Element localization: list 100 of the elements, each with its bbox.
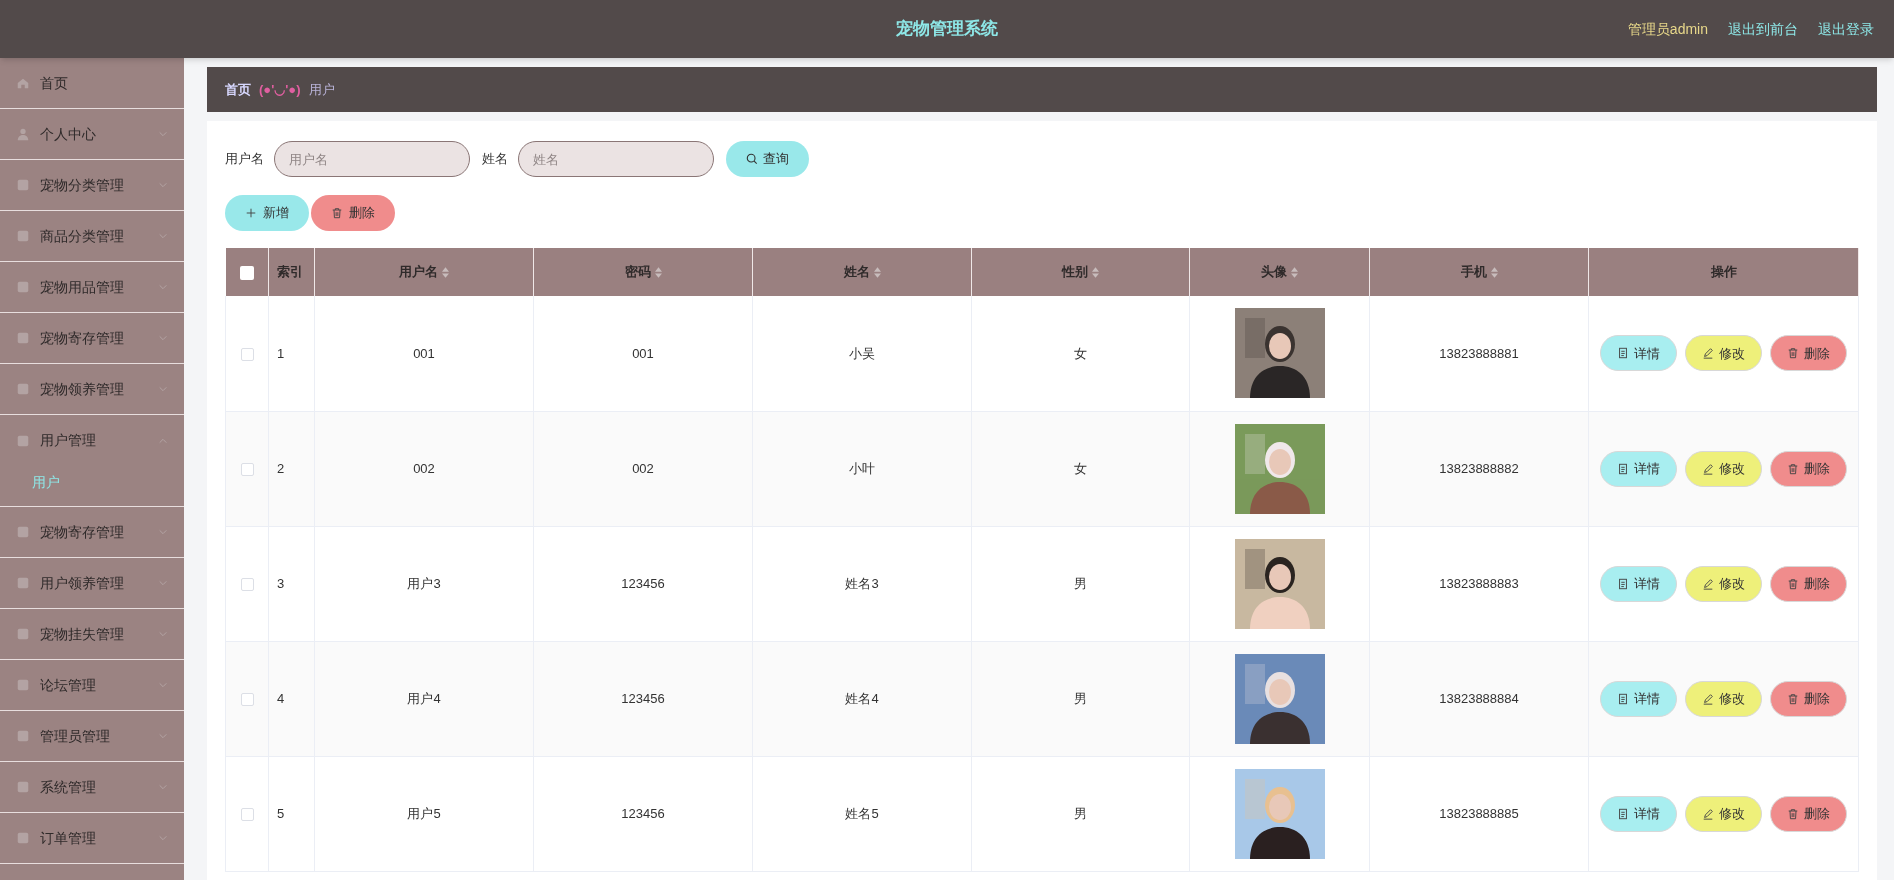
app-title: 宠物管理系统 xyxy=(896,18,998,41)
edit-button[interactable]: 修改 xyxy=(1685,565,1762,602)
sidebar-subitem[interactable]: 用户 xyxy=(0,466,184,498)
table-cell: 3 xyxy=(277,575,285,591)
menu-icon xyxy=(16,76,30,90)
detail-button[interactable]: 详情 xyxy=(1600,335,1677,372)
sort-icon[interactable] xyxy=(1291,266,1298,278)
edit-button[interactable]: 修改 xyxy=(1685,335,1762,372)
row-checkbox[interactable] xyxy=(240,577,254,591)
menu-icon xyxy=(16,780,30,794)
trash-icon xyxy=(331,207,343,219)
delete-button[interactable]: 删除 xyxy=(1770,795,1847,832)
menu-icon xyxy=(16,229,30,243)
menu-icon xyxy=(16,280,30,294)
table-cell: 002 xyxy=(413,460,435,476)
column-header[interactable]: 性别 xyxy=(1062,262,1099,282)
table-cell: 小叶 xyxy=(849,460,875,476)
column-header: 索引 xyxy=(277,263,303,282)
sort-icon[interactable] xyxy=(442,266,449,278)
trash-icon xyxy=(1787,692,1799,705)
sort-icon[interactable] xyxy=(873,266,881,278)
sidebar-item[interactable]: 用户领养管理 xyxy=(0,558,184,609)
search-field[interactable]: 用户名 xyxy=(274,141,470,177)
table-cell: 姓名5 xyxy=(845,805,879,821)
sidebar-item[interactable]: 商品分类管理 xyxy=(0,211,184,262)
detail-button[interactable]: 详情 xyxy=(1600,565,1677,602)
sidebar-item[interactable]: 管理员管理 xyxy=(0,711,184,762)
delete-button[interactable]: 删除 xyxy=(1770,680,1847,717)
sort-icon[interactable] xyxy=(1092,266,1099,278)
table-cell: 001 xyxy=(413,345,435,361)
menu-icon xyxy=(16,831,30,845)
row-checkbox[interactable] xyxy=(240,807,254,821)
row-checkbox[interactable] xyxy=(240,347,254,361)
column-header[interactable]: 密码 xyxy=(624,262,662,282)
menu-icon xyxy=(16,729,30,743)
column-header[interactable]: 手机 xyxy=(1460,262,1498,282)
menu-icon xyxy=(16,678,30,692)
menu-icon xyxy=(16,127,30,141)
trash-icon xyxy=(1787,462,1799,475)
table-cell: 5 xyxy=(277,805,285,821)
edit-button[interactable]: 修改 xyxy=(1685,680,1762,717)
table-cell: 用户3 xyxy=(407,575,441,591)
sidebar-item[interactable]: 宠物寄存管理 xyxy=(0,507,184,558)
trash-icon xyxy=(1787,807,1799,820)
sidebar-item[interactable]: 宠物领养管理 xyxy=(0,364,184,415)
sidebar-item[interactable]: 订单管理 xyxy=(0,813,184,864)
delete-button[interactable]: 删除 xyxy=(1770,450,1847,487)
detail-button[interactable]: 详情 xyxy=(1600,450,1677,487)
menu-icon xyxy=(16,525,30,539)
breadcrumb-home[interactable]: 首页 xyxy=(225,79,251,100)
sidebar-item[interactable]: 个人中心 xyxy=(0,109,184,160)
sidebar-item[interactable]: 系统管理 xyxy=(0,762,184,813)
sidebar-item[interactable]: 宠物用品管理 xyxy=(0,262,184,313)
document-icon xyxy=(1617,692,1629,705)
sidebar-item[interactable]: 首页 xyxy=(0,58,184,109)
table-cell: 男 xyxy=(1074,690,1087,706)
detail-button[interactable]: 详情 xyxy=(1600,680,1677,717)
sort-icon[interactable] xyxy=(1490,266,1498,278)
sidebar-item[interactable]: 宠物分类管理 xyxy=(0,160,184,211)
table-cell: 1 xyxy=(277,345,285,361)
table-cell: 13823888885 xyxy=(1439,805,1519,821)
column-header[interactable]: 用户名 xyxy=(399,262,449,282)
table-cell: 123456 xyxy=(621,805,665,821)
header-link[interactable]: 退出到前台 xyxy=(1728,18,1798,40)
select-all-checkbox[interactable] xyxy=(239,265,254,280)
table-cell: 小吴 xyxy=(849,345,875,361)
document-icon xyxy=(1617,807,1629,820)
breadcrumb-current: 用户 xyxy=(308,80,335,99)
row-checkbox[interactable] xyxy=(240,692,254,706)
column-header[interactable]: 头像 xyxy=(1261,262,1298,282)
document-icon xyxy=(1617,577,1629,590)
menu-icon xyxy=(16,178,30,192)
pencil-icon xyxy=(1702,807,1714,820)
add-button[interactable]: 新增 xyxy=(225,195,309,231)
delete-button[interactable]: 删除 xyxy=(311,195,395,231)
sidebar-item[interactable]: 用户管理 xyxy=(0,415,184,466)
table-cell: 女 xyxy=(1074,460,1087,476)
header-link[interactable]: 退出登录 xyxy=(1818,18,1874,40)
delete-button[interactable]: 删除 xyxy=(1770,335,1847,372)
detail-button[interactable]: 详情 xyxy=(1600,795,1677,832)
search-button[interactable]: 查询 xyxy=(726,141,809,177)
row-checkbox[interactable] xyxy=(240,462,254,476)
table-cell: 13823888881 xyxy=(1439,345,1519,361)
delete-button[interactable]: 删除 xyxy=(1770,565,1847,602)
sidebar-item[interactable]: 论坛管理 xyxy=(0,660,184,711)
sidebar-item[interactable]: 宠物挂失管理 xyxy=(0,609,184,660)
search-field[interactable]: 姓名 xyxy=(518,141,714,177)
column-header[interactable]: 姓名 xyxy=(843,262,881,282)
edit-button[interactable]: 修改 xyxy=(1685,450,1762,487)
pencil-icon xyxy=(1702,347,1714,360)
admin-label: 管理员admin xyxy=(1627,19,1708,39)
breadcrumb-separator: (●'◡'●) xyxy=(259,80,301,99)
table-cell: 123456 xyxy=(621,575,665,591)
sidebar-item[interactable]: 宠物寄存管理 xyxy=(0,313,184,364)
table-cell: 用户4 xyxy=(407,690,441,706)
table-cell: 2 xyxy=(277,460,285,476)
edit-button[interactable]: 修改 xyxy=(1685,795,1762,832)
table-cell: 13823888884 xyxy=(1439,690,1519,706)
sort-icon[interactable] xyxy=(654,266,662,278)
pencil-icon xyxy=(1702,692,1714,705)
